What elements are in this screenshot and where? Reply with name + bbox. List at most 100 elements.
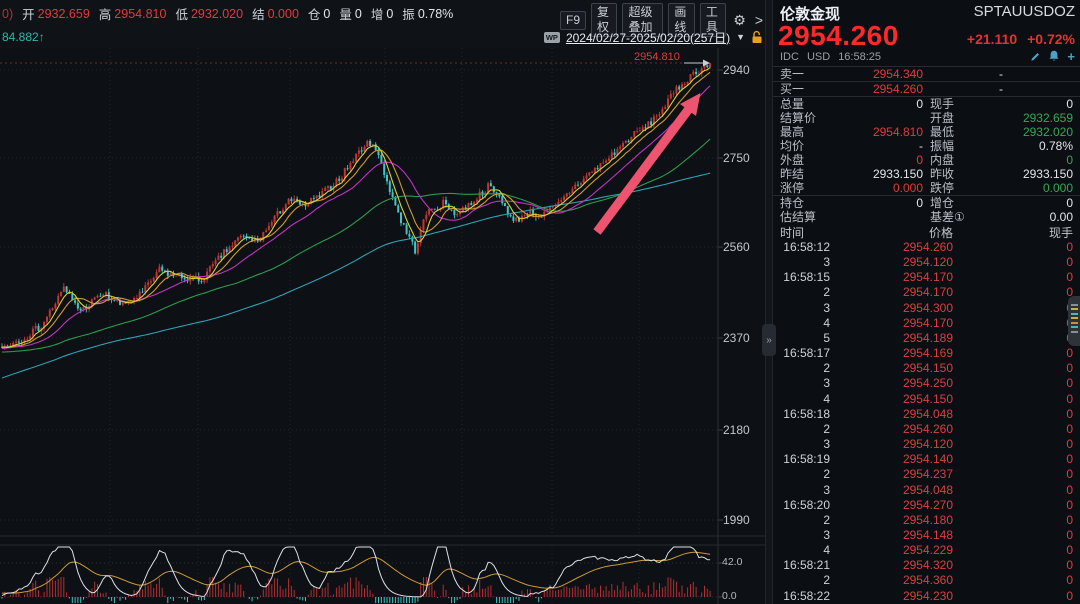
panel-divider xyxy=(765,0,773,604)
tape-row[interactable]: 32954.250 0 xyxy=(773,376,1080,391)
instrument-symbol: SPTAUUSDOZ xyxy=(974,3,1075,20)
tape-qty: 0 xyxy=(993,407,1073,422)
tape-row[interactable]: 16:58:152954.1700 xyxy=(773,270,1080,285)
chevron-down-icon[interactable]: ▼ xyxy=(736,32,745,42)
tape-row[interactable]: 22954.2600 xyxy=(773,422,1080,437)
toolbar-button-F9[interactable]: F9 xyxy=(560,11,586,30)
tape-time: 3 xyxy=(780,528,830,543)
field-value: 2932.659 xyxy=(973,111,1073,125)
tape-price: 2954.229 xyxy=(833,543,953,558)
tape-price: 2954.270 xyxy=(833,498,953,513)
tape-row[interactable]: 22954.1800 xyxy=(773,513,1080,528)
tape-row[interactable]: 22954.3600 xyxy=(773,573,1080,588)
tape-row[interactable]: 16:58:202954.2700 xyxy=(773,498,1080,513)
stat-label: 低 xyxy=(175,4,188,23)
unlock-icon[interactable] xyxy=(751,30,763,44)
tape-time: 3 xyxy=(780,376,830,391)
collapse-panel-handle[interactable]: » xyxy=(762,324,776,356)
stat-结: 结0.000 xyxy=(252,4,299,23)
gauge-stripe xyxy=(1071,331,1078,333)
tape-time: 16:58:22 xyxy=(780,589,830,604)
tape-row[interactable]: 16:58:172954.1690 xyxy=(773,346,1080,361)
field-label: 涨停 xyxy=(780,181,804,195)
y-axis-label: 2750 xyxy=(723,151,750,165)
tape-row[interactable]: 16:58:212954.3200 xyxy=(773,558,1080,573)
field-value: 2933.150 xyxy=(973,167,1073,181)
quote-field-row: 持仓0增仓0 xyxy=(773,196,1080,210)
field-label: 振幅 xyxy=(930,139,954,153)
wp-badge-icon[interactable]: WP xyxy=(544,32,560,43)
gear-icon[interactable]: ⚙ xyxy=(731,12,748,29)
change-percent: +0.72% xyxy=(1027,31,1075,47)
tape-row[interactable]: 42954.2290 xyxy=(773,543,1080,558)
quote-field-row: 涨停0.000跌停0.000 xyxy=(773,181,1080,196)
tape-time: 4 xyxy=(780,316,830,331)
tape-time: 2 xyxy=(780,361,830,376)
field-label: 昨收 xyxy=(930,167,954,181)
bid-row[interactable]: 买一2954.260- xyxy=(773,82,1080,97)
edit-pencil-icon[interactable] xyxy=(1030,51,1041,62)
tape-row[interactable]: 32954.3000 xyxy=(773,301,1080,316)
tape-header-time: 时间 xyxy=(780,224,804,241)
mini-gauge-widget[interactable] xyxy=(1068,296,1080,346)
tape-time: 2 xyxy=(780,513,830,528)
chevron-right-icon[interactable]: > xyxy=(753,12,765,28)
tape-qty: 0 xyxy=(993,376,1073,391)
y-axis-label: 1990 xyxy=(723,513,750,527)
tape-header-price: 价格 xyxy=(833,224,953,241)
tape-qty: 0 xyxy=(993,346,1073,361)
tape-header-qty: 现手 xyxy=(993,224,1073,241)
tape-row[interactable]: 16:58:222954.2300 xyxy=(773,589,1080,604)
tape-row[interactable]: 52954.1890 xyxy=(773,331,1080,346)
tape-price: 2954.120 xyxy=(833,437,953,452)
tape-row[interactable]: 32954.1200 xyxy=(773,437,1080,452)
quote-field-row: 均价-振幅0.78% xyxy=(773,139,1080,153)
field-label: 昨结 xyxy=(780,167,804,181)
tape-row[interactable]: 32954.1200 xyxy=(773,255,1080,270)
ask-row[interactable]: 卖一2954.340- xyxy=(773,67,1080,82)
tape-qty: 0 xyxy=(993,301,1073,316)
tape-time: 16:58:21 xyxy=(780,558,830,573)
tape-row[interactable]: 42954.150 0 xyxy=(773,392,1080,407)
bell-icon[interactable] xyxy=(1048,50,1060,62)
tape-price: 2954.260 xyxy=(833,422,953,437)
tape-row[interactable]: 42954.1700 xyxy=(773,316,1080,331)
field-value: 0.000 xyxy=(973,181,1073,195)
ohlc-stats-row: 0) 开2932.659高2954.810低2932.020结0.000仓0量0… xyxy=(2,4,453,23)
tape-qty: 0 xyxy=(993,392,1073,407)
quote-field-row: 结算价开盘2932.659 xyxy=(773,111,1080,125)
tape-row[interactable]: 22954.1700 xyxy=(773,285,1080,300)
sub-axis-label: 0.0 xyxy=(722,590,737,602)
date-range-link[interactable]: 2024/02/27-2025/02/20(257日) xyxy=(566,29,730,46)
tape-price: 2954.150 xyxy=(833,392,953,407)
tape-row[interactable]: 16:58:192954.1400 xyxy=(773,452,1080,467)
tape-row[interactable]: 22954.2370 xyxy=(773,467,1080,482)
tape-row[interactable]: 16:58:122954.2600 xyxy=(773,240,1080,255)
tape-price: 2954.150 xyxy=(833,361,953,376)
gauge-stripe xyxy=(1071,304,1078,306)
tape-row[interactable]: 16:58:182954.0480 xyxy=(773,407,1080,422)
tape-row[interactable]: 32954.0480 xyxy=(773,483,1080,498)
add-alert-icon[interactable]: + xyxy=(1067,51,1075,62)
quote-field-row: 总量0现手0 xyxy=(773,97,1080,111)
field-label: 现手 xyxy=(930,97,954,111)
gauge-stripe xyxy=(1071,322,1078,324)
last-price: 2954.260 xyxy=(778,20,899,52)
stat-value: 0 xyxy=(386,7,393,21)
tape-price: 2954.140 xyxy=(833,452,953,467)
tape-row[interactable]: 22954.1500 xyxy=(773,361,1080,376)
tape-price: 2954.169 xyxy=(833,346,953,361)
tape-row[interactable]: 32954.1480 xyxy=(773,528,1080,543)
tape-price: 2954.250 xyxy=(833,376,953,391)
tape-time: 16:58:20 xyxy=(780,498,830,513)
gauge-stripe xyxy=(1071,308,1078,310)
field-label: 估结算 xyxy=(780,210,816,224)
stat-value: 2932.659 xyxy=(38,7,90,21)
tape-time: 4 xyxy=(780,392,830,407)
field-value: 2932.020 xyxy=(973,125,1073,139)
tape-price: 2954.260 xyxy=(833,240,953,255)
tape-qty: 0 xyxy=(993,437,1073,452)
exchange-code: IDC xyxy=(780,51,799,63)
field-value: 0 xyxy=(973,97,1073,111)
candlestick-chart[interactable]: 2954.810 29402750256023702180199042.00.0 xyxy=(0,48,765,604)
